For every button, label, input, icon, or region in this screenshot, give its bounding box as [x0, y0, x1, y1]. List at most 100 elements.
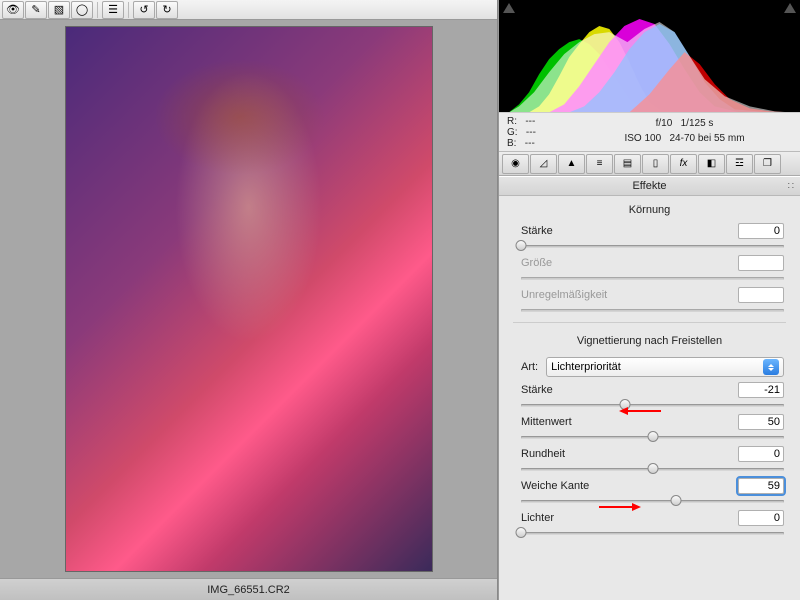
tab-lens[interactable]: ▯ [642, 154, 669, 174]
grain-strength-row: Stärke [499, 220, 800, 252]
hsl-icon: ≡ [597, 158, 603, 169]
panel-tabs: ◉ ◿ ▲ ≡ ▤ ▯ fx ◧ ☲ ❐ [499, 152, 800, 176]
basic-icon: ◉ [511, 158, 520, 169]
left-toolbar: 👁 ✎ ▧ ◯ ☰ ↺ ↻ [0, 0, 497, 20]
histogram-graph [509, 14, 790, 112]
grain-strength-value[interactable] [738, 223, 784, 239]
layers-icon: ▧ [54, 3, 64, 16]
r-value: --- [525, 116, 535, 127]
b-value: --- [525, 138, 535, 149]
split-icon: ▤ [623, 158, 632, 169]
list-icon: ☰ [108, 3, 118, 16]
vignette-highlights-row: Lichter [499, 507, 800, 539]
lens-icon: ▯ [653, 158, 659, 169]
list-tool[interactable]: ☰ [102, 1, 124, 19]
effects-body: Körnung Stärke Größe Unregelmäßigkeit Vi… [499, 196, 800, 600]
vignette-style-value: Lichterpriorität [551, 361, 621, 373]
vignette-feather-row: Weiche Kante [499, 475, 800, 507]
separator [128, 2, 129, 18]
rotate-ccw-icon: ↺ [139, 3, 148, 16]
r-label: R: [507, 116, 517, 127]
vignette-style-select[interactable]: Lichterpriorität [546, 357, 784, 377]
vignette-roundness-slider[interactable] [521, 463, 784, 475]
canvas-area[interactable] [0, 20, 497, 578]
vignette-strength-value[interactable] [738, 382, 784, 398]
aperture: f/10 [656, 118, 673, 129]
rotate-cw-icon: ↻ [162, 3, 171, 16]
effects-header[interactable]: Effekte ∷ [499, 176, 800, 196]
rotate-cw[interactable]: ↻ [156, 1, 178, 19]
grain-title: Körnung [499, 198, 800, 220]
vignette-midpoint-value[interactable] [738, 414, 784, 430]
oval-icon: ◯ [76, 3, 88, 16]
vignette-style-row: Art: Lichterpriorität [499, 351, 800, 379]
fx-icon: fx [680, 158, 688, 169]
vignette-feather-label: Weiche Kante [521, 480, 589, 492]
preview-panel: 👁 ✎ ▧ ◯ ☰ ↺ ↻ IMG_66551.CR2 [0, 0, 498, 600]
vignette-midpoint-slider[interactable] [521, 431, 784, 443]
tab-sliders[interactable]: ☲ [726, 154, 753, 174]
grain-size-row: Größe [499, 252, 800, 284]
g-value: --- [526, 127, 536, 138]
vignette-feather-value[interactable] [738, 478, 784, 494]
vignette-highlights-value[interactable] [738, 510, 784, 526]
vignette-roundness-value[interactable] [738, 446, 784, 462]
oval-tool[interactable]: ◯ [71, 1, 93, 19]
lens: 24-70 bei 55 mm [670, 133, 745, 144]
tab-curves[interactable]: ◿ [530, 154, 557, 174]
grain-size-slider [521, 272, 784, 284]
grain-rough-label: Unregelmäßigkeit [521, 289, 607, 301]
right-panel: R: --- G: --- B: --- f/10 1/125 s ISO 10… [498, 0, 800, 600]
curves-icon: ◿ [540, 158, 548, 169]
vignette-highlights-slider[interactable] [521, 527, 784, 539]
grain-rough-row: Unregelmäßigkeit [499, 284, 800, 316]
effects-title: Effekte [632, 180, 666, 192]
vignette-style-label: Art: [521, 361, 538, 373]
rotate-ccw[interactable]: ↺ [133, 1, 155, 19]
grain-size-label: Größe [521, 257, 552, 269]
info-bar: R: --- G: --- B: --- f/10 1/125 s ISO 10… [499, 112, 800, 152]
tab-hsl[interactable]: ≡ [586, 154, 613, 174]
eye-icon: 👁 [6, 3, 20, 16]
vignette-title: Vignettierung nach Freistellen [499, 329, 800, 351]
filename-bar: IMG_66551.CR2 [0, 578, 497, 600]
select-arrow-icon [763, 359, 779, 375]
tab-detail[interactable]: ▲ [558, 154, 585, 174]
vignette-roundness-row: Rundheit [499, 443, 800, 475]
highlight-clip-warning[interactable] [784, 3, 796, 13]
tab-fx[interactable]: fx [670, 154, 697, 174]
tab-camera[interactable]: ◧ [698, 154, 725, 174]
tab-split[interactable]: ▤ [614, 154, 641, 174]
grain-rough-value [738, 287, 784, 303]
filename: IMG_66551.CR2 [207, 584, 290, 596]
eye-tool[interactable]: 👁 [2, 1, 24, 19]
grain-strength-slider[interactable] [521, 240, 784, 252]
tab-basic[interactable]: ◉ [502, 154, 529, 174]
vignette-strength-slider[interactable] [521, 399, 784, 411]
grain-size-value [738, 255, 784, 271]
brush-tool[interactable]: ✎ [25, 1, 47, 19]
shadow-clip-warning[interactable] [503, 3, 515, 13]
vignette-midpoint-row: Mittenwert [499, 411, 800, 443]
separator [97, 2, 98, 18]
photo-preview[interactable] [65, 26, 433, 572]
shutter: 1/125 s [681, 118, 714, 129]
histogram[interactable] [499, 0, 800, 112]
b-label: B: [507, 138, 516, 149]
presets-icon: ❐ [763, 158, 772, 169]
vignette-strength-label: Stärke [521, 384, 553, 396]
g-label: G: [507, 127, 518, 138]
vignette-roundness-label: Rundheit [521, 448, 565, 460]
grain-rough-slider [521, 304, 784, 316]
tab-presets[interactable]: ❐ [754, 154, 781, 174]
detail-icon: ▲ [567, 158, 577, 169]
vignette-midpoint-label: Mittenwert [521, 416, 572, 428]
vignette-highlights-label: Lichter [521, 512, 554, 524]
panel-menu-icon[interactable]: ∷ [788, 181, 794, 192]
vignette-feather-slider[interactable] [521, 495, 784, 507]
camera-icon: ◧ [707, 158, 716, 169]
layers-tool[interactable]: ▧ [48, 1, 70, 19]
divider [513, 322, 786, 323]
rgb-readout: R: --- G: --- B: --- [507, 116, 577, 148]
iso: ISO 100 [624, 133, 661, 144]
